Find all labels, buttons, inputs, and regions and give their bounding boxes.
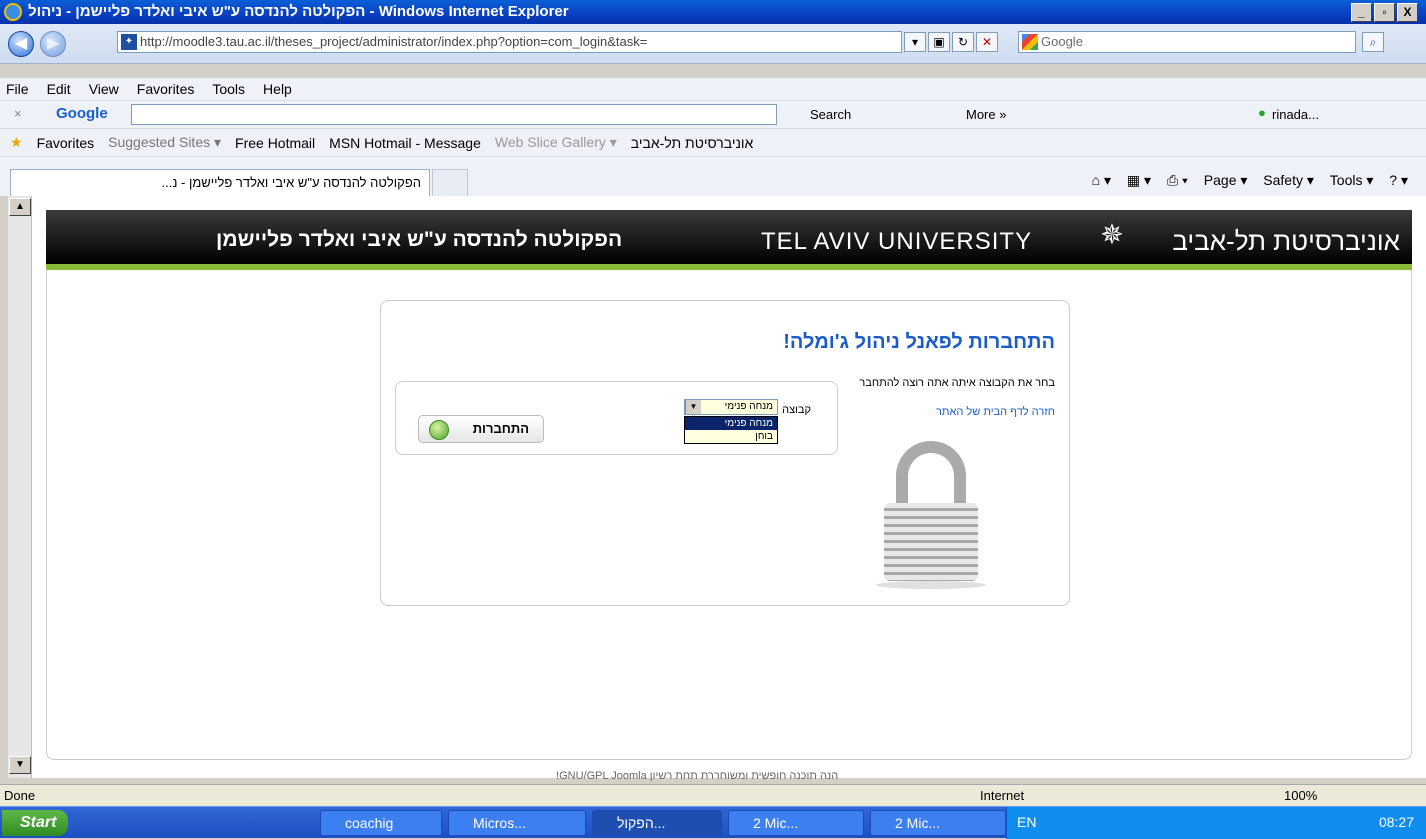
- google-more-button[interactable]: More »: [966, 107, 1006, 122]
- close-toolbar-icon[interactable]: ×: [14, 106, 22, 121]
- compat-view-icon[interactable]: ▣: [928, 32, 950, 52]
- site-header: הפקולטה להנדסה ע"ש איבי ואלדר פליישמן TE…: [46, 210, 1412, 270]
- home-link[interactable]: חזרה לדף הבית של האתר: [835, 406, 1055, 419]
- maximize-button[interactable]: ▫: [1374, 2, 1395, 22]
- login-title: התחברות לפאנל ניהול ג'ומלה!: [783, 331, 1055, 353]
- group-select[interactable]: מנחה פנימי ▼: [684, 399, 778, 415]
- clock: 08:27: [1378, 814, 1414, 830]
- fav-suggested[interactable]: Suggested Sites ▾: [108, 134, 221, 151]
- site-favicon-icon: ✦: [121, 34, 137, 50]
- stop-icon[interactable]: ✕: [976, 32, 998, 52]
- login-sidebar: בחר את הקבוצה איתה אתה רוצה להתחבר חזרה …: [835, 377, 1055, 419]
- fav-free-hotmail[interactable]: Free Hotmail: [235, 135, 315, 151]
- page-footer: הנה תוכנה חופשית ומשוחררת תחת רשיון GNU/…: [556, 770, 839, 782]
- command-bar: ⌂ ▾ ▦ ▾ ⎙ ▾ Page ▾ Safety ▾ Tools ▾ ? ▾: [1080, 172, 1408, 189]
- university-en: TEL AVIV UNIVERSITY: [761, 228, 1033, 255]
- forward-button[interactable]: ▶: [40, 31, 66, 57]
- taskbar-excel[interactable]: 2 Mic...: [728, 810, 864, 836]
- login-form: קבוצה מנחה פנימי ▼ מנחה פנימי בוחן התחבר…: [395, 381, 838, 455]
- menu-file[interactable]: File: [6, 81, 29, 97]
- google-toolbar: × Google Search More » ● rinada...: [0, 100, 1426, 128]
- university-he: אוניברסיטת תל-אביב: [1172, 226, 1400, 256]
- fav-tau[interactable]: אוניברסיטת תל-אביב: [631, 135, 754, 151]
- menorah-logo-icon: ✵: [1100, 219, 1124, 250]
- menu-help[interactable]: Help: [263, 81, 292, 97]
- title-bar[interactable]: הפקולטה להנדסה ע"ש איבי ואלדר פליישמן - …: [0, 0, 1426, 24]
- google-user[interactable]: rinada...: [1272, 107, 1319, 122]
- menu-tools[interactable]: Tools: [212, 81, 245, 97]
- faculty-name: הפקולטה להנדסה ע"ש איבי ואלדר פליישמן: [216, 228, 623, 251]
- cmd-page[interactable]: Page ▾: [1204, 172, 1248, 188]
- favorites-star-icon: ★: [10, 134, 23, 150]
- login-button[interactable]: התחברות: [418, 415, 544, 443]
- favorites-bar: ★ Favorites Suggested Sites ▾ Free Hotma…: [0, 128, 1426, 156]
- tab-bar: הפקולטה להנדסה ע"ש איבי ואלדר פליישמן - …: [0, 156, 1426, 197]
- fav-msn-hotmail[interactable]: MSN Hotmail - Message: [329, 135, 481, 151]
- window-title: הפקולטה להנדסה ע"ש איבי ואלדר פליישמן - …: [28, 3, 569, 20]
- search-placeholder: Google: [1041, 34, 1083, 49]
- system-tray: EN 08:27: [1006, 807, 1426, 839]
- search-go-icon[interactable]: ⌕: [1362, 32, 1384, 52]
- url-dropdown-icon[interactable]: ▾: [904, 32, 926, 52]
- scroll-down-icon[interactable]: ▼: [9, 756, 31, 774]
- home-icon[interactable]: ⌂ ▾: [1092, 172, 1111, 188]
- zoom-level[interactable]: 100%: [1284, 788, 1317, 803]
- login-button-label: התחברות: [472, 421, 529, 436]
- cmd-safety[interactable]: Safety ▾: [1263, 172, 1314, 188]
- menu-bar: File Edit View Favorites Tools Help: [0, 78, 1426, 100]
- vertical-scrollbar[interactable]: ▲ ▼: [8, 196, 32, 778]
- menu-favorites[interactable]: Favorites: [137, 81, 195, 97]
- padlock-icon: [876, 441, 986, 591]
- user-status-icon: ●: [1258, 105, 1266, 120]
- language-indicator[interactable]: EN: [1017, 814, 1036, 830]
- address-toolbar: ◀ ▶ ✦ http://moodle3.tau.ac.il/theses_pr…: [0, 24, 1426, 64]
- status-bar: Done Internet 100%: [0, 784, 1426, 806]
- ie-window: הפקולטה להנדסה ע"ש איבי ואלדר פליישמן - …: [0, 0, 1426, 839]
- taskbar: Start coachig Micros... הפקול... 2 Mic..…: [0, 806, 1426, 839]
- url-text: http://moodle3.tau.ac.il/theses_project/…: [140, 34, 648, 49]
- scroll-up-icon[interactable]: ▲: [9, 198, 31, 216]
- menu-view[interactable]: View: [89, 81, 119, 97]
- ie-logo-icon: [4, 3, 22, 21]
- google-search-button[interactable]: Search: [810, 107, 851, 122]
- url-input[interactable]: ✦ http://moodle3.tau.ac.il/theses_projec…: [117, 31, 902, 53]
- back-button[interactable]: ◀: [8, 31, 34, 57]
- chevron-down-icon[interactable]: ▼: [685, 400, 701, 414]
- taskbar-micros[interactable]: Micros...: [448, 810, 586, 836]
- group-label: קבוצה: [782, 404, 811, 416]
- close-button[interactable]: X: [1397, 2, 1418, 22]
- tab-active[interactable]: הפקולטה להנדסה ע"ש איבי ואלדר פליישמן - …: [10, 169, 430, 197]
- group-option-internal[interactable]: מנחה פנימי: [685, 417, 777, 430]
- taskbar-ppt[interactable]: 2 Mic...: [870, 810, 1006, 836]
- login-instructions: בחר את הקבוצה איתה אתה רוצה להתחבר: [859, 377, 1055, 389]
- fav-web-slice[interactable]: Web Slice Gallery ▾: [495, 134, 617, 151]
- google-search-input[interactable]: [131, 104, 777, 125]
- group-selected-value: מנחה פנימי: [724, 401, 773, 412]
- login-panel: התחברות לפאנל ניהול ג'ומלה! קבוצה מנחה פ…: [380, 300, 1070, 606]
- google-icon: [1022, 34, 1038, 50]
- group-dropdown: מנחה פנימי בוחן: [684, 416, 778, 444]
- menu-edit[interactable]: Edit: [47, 81, 71, 97]
- refresh-icon[interactable]: ↻: [952, 32, 974, 52]
- taskbar-coachig[interactable]: coachig: [320, 810, 442, 836]
- search-input[interactable]: Google: [1018, 31, 1356, 53]
- group-option-examiner[interactable]: בוחן: [685, 430, 777, 443]
- start-button[interactable]: Start: [2, 810, 68, 836]
- print-icon[interactable]: ⎙ ▾: [1167, 172, 1188, 188]
- favorites-label[interactable]: Favorites: [37, 135, 95, 151]
- minimize-button[interactable]: _: [1351, 2, 1372, 22]
- google-logo: Google: [56, 105, 108, 122]
- new-tab-button[interactable]: [432, 169, 468, 197]
- security-zone: Internet: [980, 788, 1025, 803]
- tab-label: הפקולטה להנדסה ע"ש איבי ואלדר פליישמן - …: [161, 175, 422, 190]
- help-icon[interactable]: ? ▾: [1389, 172, 1408, 188]
- feeds-icon[interactable]: ▦ ▾: [1127, 172, 1151, 188]
- taskbar-ie[interactable]: הפקול...: [592, 810, 722, 836]
- arrow-circle-icon: [429, 420, 449, 440]
- status-text: Done: [4, 788, 36, 803]
- cmd-tools[interactable]: Tools ▾: [1330, 172, 1374, 188]
